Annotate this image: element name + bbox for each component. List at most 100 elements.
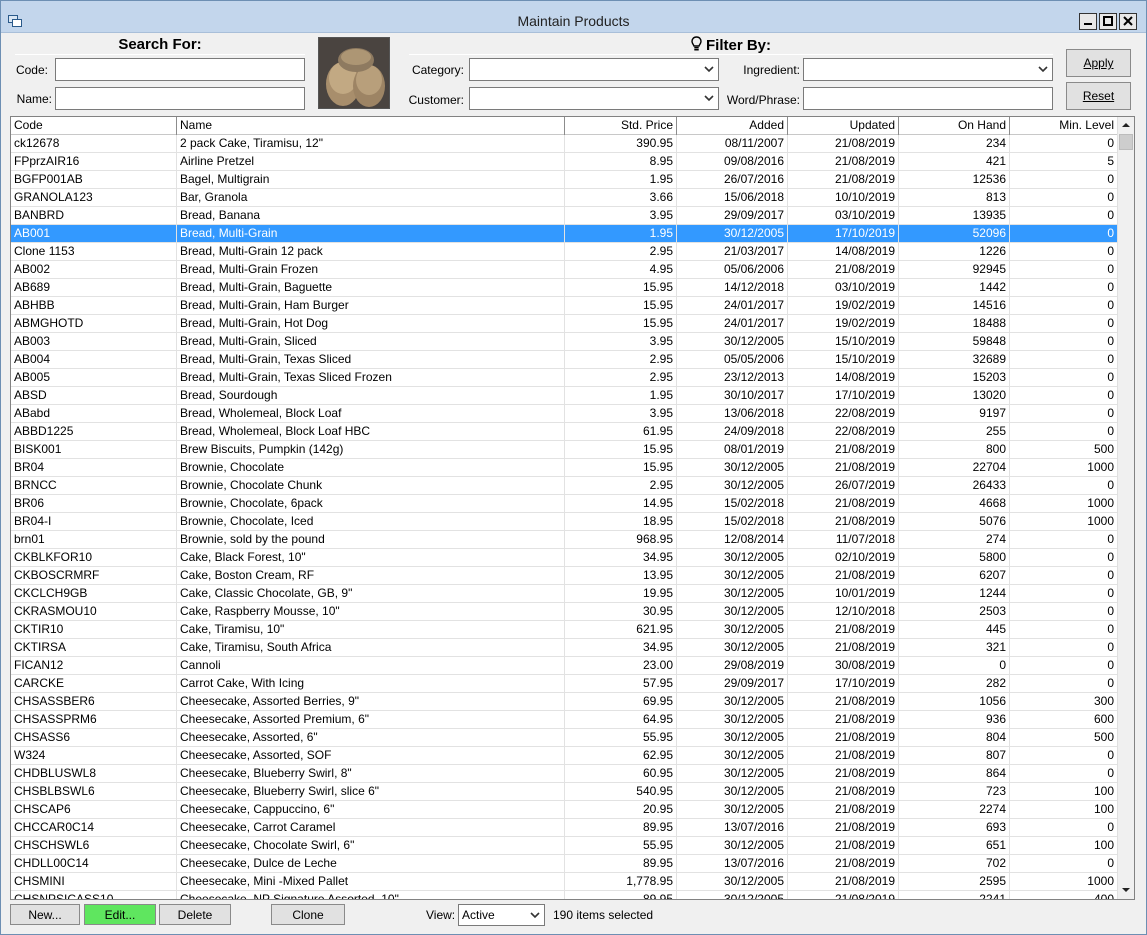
cell-std-price: 62.95	[565, 747, 677, 765]
cell-code: CHSASSPRM6	[11, 711, 177, 729]
column-header-std-price[interactable]: Std. Price	[565, 117, 677, 135]
customer-dropdown[interactable]	[469, 87, 719, 110]
table-row[interactable]: CKTIR10 Cake, Tiramisu, 10" 621.95 30/12/20…	[11, 621, 1118, 639]
cell-added: 29/09/2017	[677, 207, 788, 225]
cell-on-hand: 2274	[899, 801, 1010, 819]
table-row[interactable]: AB689 Bread, Multi-Grain, Baguette 15.95 14…	[11, 279, 1118, 297]
table-row[interactable]: BRNCC Brownie, Chocolate Chunk 2.95 30/12/2…	[11, 477, 1118, 495]
table-row[interactable]: CHSNPSICASS10 Cheesecake, NP Signature As…	[11, 891, 1118, 899]
category-dropdown[interactable]	[469, 58, 719, 81]
table-row[interactable]: CHSASS6 Cheesecake, Assorted, 6" 55.95 30/1…	[11, 729, 1118, 747]
ingredient-dropdown[interactable]	[803, 58, 1053, 81]
cell-code: CKRASMOU10	[11, 603, 177, 621]
table-row[interactable]: ABMGHOTD Bread, Multi-Grain, Hot Dog 15.95…	[11, 315, 1118, 333]
table-row[interactable]: CHDLL00C14 Cheesecake, Dulce de Leche 89.9…	[11, 855, 1118, 873]
table-row[interactable]: CKBOSCRMRF Cake, Boston Cream, RF 13.95 30/…	[11, 567, 1118, 585]
table-row[interactable]: FICAN12 Cannoli 23.00 29/08/2019 30/08/2019 0…	[11, 657, 1118, 675]
table-row[interactable]: AB002 Bread, Multi-Grain Frozen 4.95 05/06/…	[11, 261, 1118, 279]
clone-button[interactable]: Clone	[271, 904, 345, 925]
cell-updated: 21/08/2019	[788, 837, 899, 855]
view-dropdown[interactable]: Active	[458, 904, 545, 926]
cell-on-hand: 22704	[899, 459, 1010, 477]
table-row[interactable]: CKTIRSA Cake, Tiramisu, South Africa 34.95…	[11, 639, 1118, 657]
table-row[interactable]: CHSCHSWL6 Cheesecake, Chocolate Swirl, 6"…	[11, 837, 1118, 855]
table-row[interactable]: BR04 Brownie, Chocolate 15.95 30/12/2005 21/…	[11, 459, 1118, 477]
column-header-code[interactable]: Code	[11, 117, 177, 135]
table-row[interactable]: CHSMINI Cheesecake, Mini -Mixed Pallet 1,7…	[11, 873, 1118, 891]
close-button[interactable]	[1119, 13, 1137, 30]
column-header-on-hand[interactable]: On Hand	[899, 117, 1010, 135]
table-row[interactable]: ABSD Bread, Sourdough 1.95 30/10/2017 17/10/…	[11, 387, 1118, 405]
vertical-scrollbar[interactable]	[1117, 117, 1134, 899]
table-row[interactable]: AB005 Bread, Multi-Grain, Texas Sliced Fr…	[11, 369, 1118, 387]
cell-min-level: 0	[1010, 189, 1118, 207]
table-row[interactable]: ABHBB Bread, Multi-Grain, Ham Burger 15.95…	[11, 297, 1118, 315]
table-row[interactable]: CKCLCH9GB Cake, Classic Chocolate, GB, 9"…	[11, 585, 1118, 603]
cell-code: FICAN12	[11, 657, 177, 675]
table-row[interactable]: CHDBLUSWL8 Cheesecake, Blueberry Swirl, 8…	[11, 765, 1118, 783]
table-row[interactable]: CHSASSBER6 Cheesecake, Assorted Berries, …	[11, 693, 1118, 711]
name-search-input[interactable]	[55, 87, 305, 110]
cell-name: Bread, Multi-Grain, Texas Sliced	[177, 351, 565, 369]
cell-updated: 21/08/2019	[788, 783, 899, 801]
cell-min-level: 500	[1010, 441, 1118, 459]
table-row[interactable]: GRANOLA123 Bar, Granola 3.66 15/06/2018 10/1…	[11, 189, 1118, 207]
table-body: ck12678 2 pack Cake, Tiramisu, 12" 390.95 0…	[11, 135, 1118, 899]
cell-on-hand: 1226	[899, 243, 1010, 261]
new-button[interactable]: New...	[10, 904, 80, 925]
cell-std-price: 621.95	[565, 621, 677, 639]
reset-button[interactable]: Reset	[1066, 82, 1131, 110]
table-row[interactable]: CKBLKFOR10 Cake, Black Forest, 10" 34.95 30…	[11, 549, 1118, 567]
table-row[interactable]: CHSASSPRM6 Cheesecake, Assorted Premium, …	[11, 711, 1118, 729]
table-row[interactable]: ABBD1225 Bread, Wholemeal, Block Loaf HBC…	[11, 423, 1118, 441]
table-row[interactable]: W324 Cheesecake, Assorted, SOF 62.95 30/12/…	[11, 747, 1118, 765]
column-header-updated[interactable]: Updated	[788, 117, 899, 135]
maximize-button[interactable]	[1099, 13, 1117, 30]
table-row[interactable]: BR04-I Brownie, Chocolate, Iced 18.95 15/02…	[11, 513, 1118, 531]
table-row[interactable]: ABabd Bread, Wholemeal, Block Loaf 3.95 13/…	[11, 405, 1118, 423]
cell-on-hand: 14516	[899, 297, 1010, 315]
table-row[interactable]: CHSBLBSWL6 Cheesecake, Blueberry Swirl, s…	[11, 783, 1118, 801]
column-header-min-level[interactable]: Min. Level	[1010, 117, 1118, 135]
cell-on-hand: 234	[899, 135, 1010, 153]
table-row[interactable]: Clone 1153 Bread, Multi-Grain 12 pack 2.95…	[11, 243, 1118, 261]
cell-on-hand: 723	[899, 783, 1010, 801]
table-row[interactable]: AB004 Bread, Multi-Grain, Texas Sliced 2.9…	[11, 351, 1118, 369]
table-row[interactable]: CKRASMOU10 Cake, Raspberry Mousse, 10" 30.…	[11, 603, 1118, 621]
table-row[interactable]: AB003 Bread, Multi-Grain, Sliced 3.95 30/12…	[11, 333, 1118, 351]
cell-on-hand: 804	[899, 729, 1010, 747]
cell-code: CHSCHSWL6	[11, 837, 177, 855]
scrollbar-thumb[interactable]	[1119, 134, 1133, 150]
title-bar[interactable]: Maintain Products	[1, 1, 1146, 33]
scroll-up-icon[interactable]	[1118, 117, 1134, 134]
apply-button[interactable]: Apply	[1066, 49, 1131, 77]
table-row[interactable]: FPprzAIR16 Airline Pretzel 8.95 09/08/2016 2…	[11, 153, 1118, 171]
code-search-input[interactable]	[55, 58, 305, 81]
cell-added: 21/03/2017	[677, 243, 788, 261]
column-header-added[interactable]: Added	[677, 117, 788, 135]
cell-min-level: 0	[1010, 207, 1118, 225]
cell-min-level: 0	[1010, 351, 1118, 369]
table-row[interactable]: CARCKE Carrot Cake, With Icing 57.95 29/09/…	[11, 675, 1118, 693]
table-row[interactable]: BR06 Brownie, Chocolate, 6pack 14.95 15/02/…	[11, 495, 1118, 513]
cell-updated: 12/10/2018	[788, 603, 899, 621]
table-row[interactable]: AB001 Bread, Multi-Grain 1.95 30/12/2005 17/…	[11, 225, 1118, 243]
cell-on-hand: 1056	[899, 693, 1010, 711]
delete-button[interactable]: Delete	[159, 904, 231, 925]
table-row[interactable]: BISK001 Brew Biscuits, Pumpkin (142g) 15.9…	[11, 441, 1118, 459]
scroll-down-icon[interactable]	[1118, 882, 1134, 899]
table-row[interactable]: BANBRD Bread, Banana 3.95 29/09/2017 03/10/2…	[11, 207, 1118, 225]
product-photo	[318, 37, 390, 109]
cell-min-level: 1000	[1010, 873, 1118, 891]
table-row[interactable]: BGFP001AB Bagel, Multigrain 1.95 26/07/2016…	[11, 171, 1118, 189]
table-row[interactable]: CHCCAR0C14 Cheesecake, Carrot Caramel 89.9…	[11, 819, 1118, 837]
column-header-name[interactable]: Name	[177, 117, 565, 135]
word-phrase-input[interactable]	[803, 87, 1053, 110]
table-row[interactable]: ck12678 2 pack Cake, Tiramisu, 12" 390.95 0…	[11, 135, 1118, 153]
edit-button[interactable]: Edit...	[84, 904, 156, 925]
cell-code: ck12678	[11, 135, 177, 153]
minimize-button[interactable]	[1079, 13, 1097, 30]
cell-name: Cake, Classic Chocolate, GB, 9"	[177, 585, 565, 603]
table-row[interactable]: brn01 Brownie, sold by the pound 968.95 12/…	[11, 531, 1118, 549]
table-row[interactable]: CHSCAP6 Cheesecake, Cappuccino, 6" 20.95 30…	[11, 801, 1118, 819]
